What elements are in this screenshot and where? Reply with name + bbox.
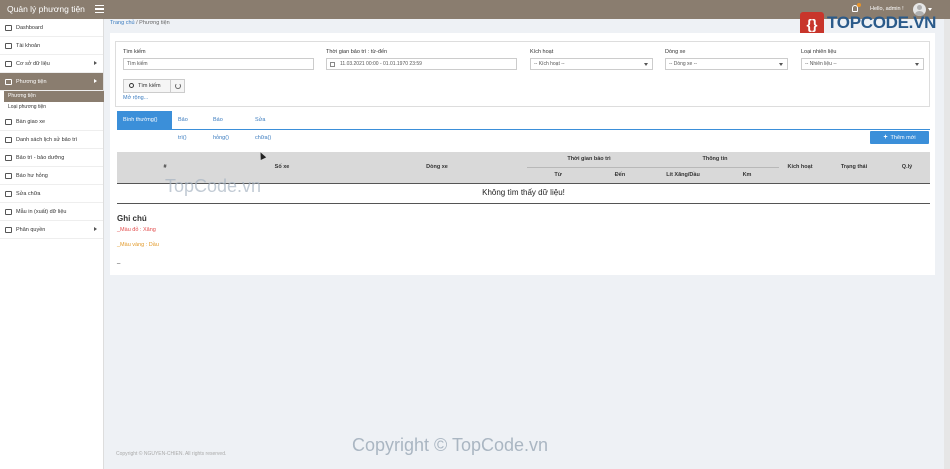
- date-range-input[interactable]: 11.03.2021 00:00 - 01.01.1970 23:59: [326, 58, 517, 70]
- page-footer: Copyright © NGUYEN-CHIEN. All rights res…: [116, 451, 227, 457]
- fuel-type-select[interactable]: -- Nhiên liệu --: [801, 58, 924, 70]
- col-from[interactable]: Từ: [527, 172, 589, 178]
- app-title[interactable]: Quản lý phương tiện: [0, 0, 104, 19]
- active-filter-label: Kích hoạt: [530, 49, 554, 55]
- search-label: Tìm kiếm: [123, 49, 146, 55]
- sidebar-subitem-vehicle-types[interactable]: Loại phương tiện: [0, 102, 103, 113]
- watermark-copyright: Copyright © TopCode.vn: [352, 435, 549, 455]
- sidebar-item-print-templates[interactable]: Mẫu in (xuất) dữ liệu: [0, 203, 103, 221]
- note-red-petrol: _Màu đỏ : Xăng: [117, 227, 156, 233]
- sidebar-item-permissions[interactable]: Phân quyền: [0, 221, 103, 239]
- history-icon: [5, 137, 12, 143]
- date-range-label: Thời gian bảo trì : từ-đến: [326, 49, 388, 55]
- add-new-button[interactable]: + Thêm mới: [870, 131, 929, 144]
- col-vehicle-line[interactable]: Dòng xe: [387, 164, 487, 170]
- search-icon: [129, 83, 134, 88]
- scrollbar[interactable]: [944, 19, 950, 469]
- breadcrumb-home[interactable]: Trang chủ: [110, 20, 135, 26]
- sidebar-item-maintenance[interactable]: Bảo trì - bảo dưỡng: [0, 149, 103, 167]
- watermark-brand: TOPCODE.VN: [827, 13, 937, 32]
- sidebar: Dashboard Tài khoản Cơ sở dữ liệu Phương…: [0, 19, 104, 469]
- breadcrumb-separator: /: [136, 20, 138, 26]
- sidebar-item-vehicles[interactable]: Phương tiện: [0, 73, 103, 91]
- refresh-icon[interactable]: [175, 83, 181, 89]
- monitor-icon: [5, 25, 12, 31]
- tabs-underline: [117, 129, 930, 130]
- col-status[interactable]: Trạng thái: [829, 164, 879, 170]
- col-active[interactable]: Kích hoạt: [779, 164, 821, 170]
- sidebar-item-accounts[interactable]: Tài khoản: [0, 37, 103, 55]
- note-dash: _: [117, 258, 121, 264]
- col-index: #: [163, 164, 167, 170]
- tab-normal[interactable]: Bình thường(): [117, 111, 172, 129]
- plus-icon: +: [883, 134, 888, 141]
- sidebar-item-database[interactable]: Cơ sở dữ liệu: [0, 55, 103, 73]
- sidebar-item-dashboard[interactable]: Dashboard: [0, 19, 103, 37]
- expand-filters-link[interactable]: Mở rộng...: [123, 95, 148, 101]
- col-fuel-liters[interactable]: Lít Xăng/Dầu: [651, 172, 715, 178]
- active-select[interactable]: -- Kích hoạt --: [530, 58, 653, 70]
- users-icon: [5, 43, 12, 49]
- garage-icon: [5, 155, 12, 161]
- header-divider: [527, 167, 779, 168]
- col-manage: Q.lý: [901, 164, 913, 170]
- col-to[interactable]: Đến: [589, 172, 651, 178]
- sitemap-icon: [5, 227, 12, 233]
- wrench-icon: [5, 191, 12, 197]
- hamburger-menu-icon[interactable]: [95, 5, 104, 13]
- filter-card: Tìm kiếm Tìm kiếm Thời gian bảo trì : từ…: [115, 41, 930, 107]
- sidebar-item-repair[interactable]: Sửa chữa: [0, 185, 103, 203]
- col-maintenance-time: Thời gian bảo trì: [567, 156, 611, 162]
- print-icon: [5, 209, 12, 215]
- report-icon: [5, 173, 12, 179]
- tab-repair[interactable]: Sửa chữa(): [249, 111, 277, 141]
- note-orange-diesel: _Màu vàng : Dầu: [117, 242, 159, 248]
- car-icon: [5, 119, 12, 125]
- vehicle-line-label: Dòng xe: [665, 49, 686, 55]
- tab-maintenance[interactable]: Bảo trì(): [172, 111, 194, 141]
- truck-icon: [5, 79, 12, 85]
- chevron-right-icon: [94, 79, 97, 83]
- search-input[interactable]: Tìm kiếm: [123, 58, 314, 70]
- tab-damaged[interactable]: Báo hỏng(): [207, 111, 235, 141]
- col-plate[interactable]: Số xe: [237, 164, 327, 170]
- breadcrumb: Trang chủ / Phương tiện: [110, 20, 170, 26]
- notes-title: Ghi chú: [117, 214, 147, 223]
- sidebar-subitem-vehicles[interactable]: Phương tiện: [4, 91, 104, 102]
- breadcrumb-current: Phương tiện: [139, 20, 170, 26]
- chevron-right-icon: [94, 227, 97, 231]
- chevron-right-icon: [94, 61, 97, 65]
- sidebar-item-handover[interactable]: Bàn giao xe: [0, 113, 103, 131]
- search-button[interactable]: Tìm kiếm: [123, 79, 185, 93]
- sidebar-item-damage-report[interactable]: Báo hư hỏng: [0, 167, 103, 185]
- vehicle-line-select[interactable]: -- Dòng xe --: [665, 58, 788, 70]
- col-km[interactable]: Km: [715, 172, 779, 178]
- notification-badge: [857, 3, 861, 7]
- calendar-icon: [330, 62, 335, 67]
- sidebar-item-maintenance-history[interactable]: Danh sách lịch sử bảo trì: [0, 131, 103, 149]
- grid-icon: [5, 61, 12, 67]
- col-info: Thông tin: [702, 156, 728, 162]
- watermark-center: TopCode.vn: [165, 176, 262, 196]
- fuel-type-label: Loại nhiên liệu: [801, 49, 837, 55]
